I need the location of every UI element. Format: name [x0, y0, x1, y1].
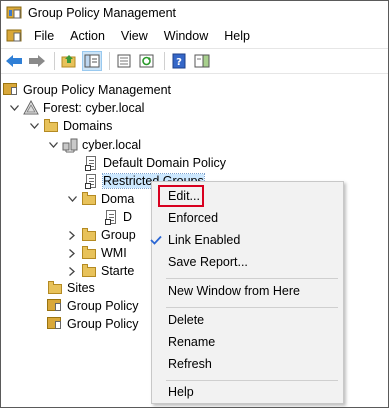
gpm-root-icon	[3, 82, 19, 98]
toolbar-separator	[54, 52, 55, 70]
gp-results-icon	[47, 316, 63, 332]
chevron-down-icon[interactable]	[9, 103, 19, 113]
tree-item-forest[interactable]: Forest: cyber.local	[9, 98, 144, 118]
refresh-icon	[139, 54, 154, 68]
gpm-app-icon	[6, 6, 22, 20]
menu-item-enforced[interactable]: Enforced	[152, 207, 343, 229]
chevron-right-icon[interactable]	[67, 266, 77, 276]
tree-item-label: Forest: cyber.local	[43, 101, 145, 115]
checkmark-icon	[150, 232, 162, 248]
folder-icon	[81, 245, 97, 261]
folder-icon	[47, 280, 63, 296]
toolbar-separator	[164, 52, 165, 70]
tree-item-label: D	[123, 210, 133, 224]
menu-item-label: Rename	[168, 335, 216, 349]
gpo-link-icon	[103, 209, 119, 225]
tree-item-label: Group Policy	[67, 317, 139, 331]
chevron-down-icon[interactable]	[29, 121, 39, 131]
tree-item-dc-child[interactable]: D	[103, 207, 132, 227]
tree-item-label: Domains	[63, 119, 113, 133]
menu-view[interactable]: View	[113, 25, 156, 47]
window-title: Group Policy Management	[28, 6, 176, 20]
menu-item-new-window[interactable]: New Window from Here	[152, 280, 343, 302]
folder-icon	[81, 227, 97, 243]
menu-item-label: Refresh	[168, 357, 212, 371]
folder-icon	[81, 263, 97, 279]
menu-item-label: Enforced	[168, 211, 219, 225]
toolbar: ?	[1, 48, 388, 74]
tree-item-label: Group Policy	[67, 299, 139, 313]
tree-item-label: Doma	[101, 192, 135, 206]
menu-action[interactable]: Action	[62, 25, 113, 47]
tree-item-label: Sites	[67, 281, 95, 295]
tree-item-domains[interactable]: Domains	[29, 116, 112, 136]
tree-item-domain[interactable]: cyber.local	[48, 135, 141, 155]
menu-window[interactable]: Window	[156, 25, 216, 47]
forest-icon	[23, 99, 39, 116]
gpo-link-icon	[83, 173, 99, 189]
help-icon: ?	[172, 53, 186, 69]
help-button[interactable]: ?	[169, 51, 189, 71]
up-folder-button[interactable]	[59, 51, 79, 71]
menu-item-link-enabled[interactable]: Link Enabled	[150, 229, 343, 251]
folder-icon	[43, 118, 59, 134]
show-hide-tree-button[interactable]	[82, 51, 102, 71]
ou-icon	[81, 191, 97, 207]
tree-item-label: WMI	[101, 246, 127, 260]
menu-item-label: Save Report...	[168, 255, 248, 269]
tree-item-gp-modeling[interactable]: Group Policy	[47, 296, 139, 316]
tree-item-gp-results[interactable]: Group Policy	[47, 314, 139, 334]
tree-item-sites[interactable]: Sites	[47, 278, 95, 298]
action-pane-icon	[194, 54, 210, 68]
app-window: Group Policy Management File Action View…	[0, 0, 389, 408]
context-menu: Edit... Enforced Link Enabled Save Repor…	[150, 181, 344, 404]
chevron-down-icon[interactable]	[48, 140, 58, 150]
properties-icon	[117, 54, 131, 68]
menu-help[interactable]: Help	[216, 25, 258, 47]
refresh-button[interactable]	[137, 51, 157, 71]
gp-modeling-icon	[47, 298, 63, 314]
tree-item-default-domain-policy[interactable]: Default Domain Policy	[83, 153, 226, 173]
show-hide-tree-icon	[84, 54, 100, 68]
tree-item-label: cyber.local	[82, 138, 142, 152]
tree-item-wmi[interactable]: WMI	[67, 243, 127, 263]
menu-item-label: Delete	[168, 313, 205, 327]
title-bar: Group Policy Management	[1, 1, 388, 25]
menu-item-label: New Window from Here	[168, 284, 300, 298]
menu-separator	[166, 307, 338, 308]
chevron-right-icon[interactable]	[67, 230, 77, 240]
menu-item-help[interactable]: Help	[152, 381, 343, 403]
menu-item-label: Help	[168, 385, 194, 399]
back-icon	[6, 55, 22, 67]
back-button[interactable]	[4, 51, 24, 71]
menu-item-rename[interactable]: Rename	[152, 331, 343, 353]
tree-item-label: Group Policy Management	[23, 83, 171, 97]
menu-item-refresh[interactable]: Refresh	[152, 353, 343, 375]
tree-item-label: Default Domain Policy	[103, 156, 226, 170]
action-pane-button[interactable]	[192, 51, 212, 71]
gpo-link-icon	[83, 155, 99, 171]
chevron-down-icon[interactable]	[67, 194, 77, 204]
system-menu-icon[interactable]	[6, 29, 22, 43]
svg-text:?: ?	[176, 57, 182, 68]
tree-item-root[interactable]: Group Policy Management	[3, 80, 171, 100]
up-folder-icon	[61, 55, 76, 68]
menu-item-delete[interactable]: Delete	[152, 309, 343, 331]
toolbar-separator	[109, 52, 110, 70]
tree-item-gpo[interactable]: Group	[67, 225, 136, 245]
tree-item-label: Group	[101, 228, 136, 242]
domain-icon	[62, 137, 78, 153]
menu-file[interactable]: File	[26, 25, 62, 47]
menu-item-label: Link Enabled	[168, 233, 241, 247]
forward-icon	[29, 55, 45, 67]
menu-separator	[166, 278, 338, 279]
menu-bar: File Action View Window Help	[1, 25, 388, 47]
highlight-box	[158, 185, 204, 207]
properties-button[interactable]	[114, 51, 134, 71]
menu-item-save-report[interactable]: Save Report...	[152, 251, 343, 273]
tree-item-label: Starte	[101, 264, 135, 278]
forward-button[interactable]	[27, 51, 47, 71]
tree-item-domain-controllers[interactable]: Doma	[67, 189, 134, 209]
chevron-right-icon[interactable]	[67, 248, 77, 258]
